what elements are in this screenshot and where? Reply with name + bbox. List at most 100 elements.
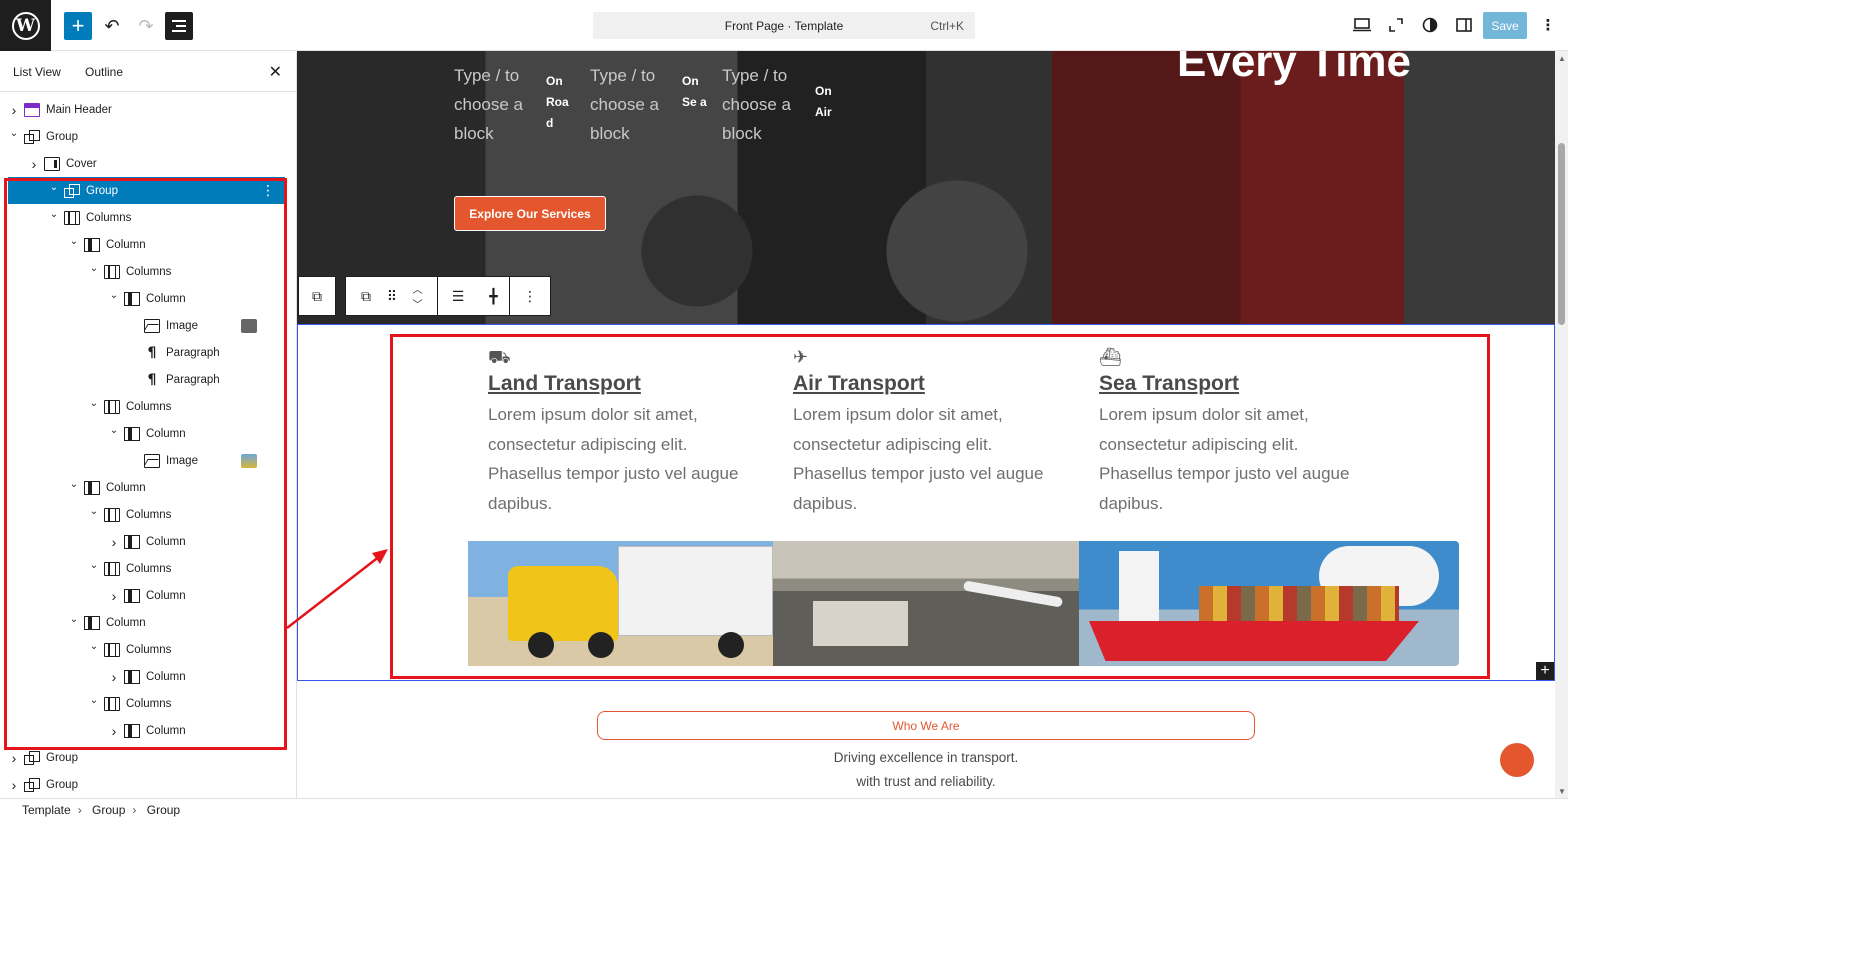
empty-block-placeholder[interactable]: Type / to choose a block <box>454 61 534 148</box>
breadcrumb-item[interactable]: Template <box>22 803 71 817</box>
explore-services-button[interactable]: Explore Our Services <box>454 196 606 231</box>
move-buttons[interactable]: ︿ ﹀ <box>398 277 438 315</box>
redo-button[interactable]: ↷ <box>132 12 160 40</box>
chevron-down-icon[interactable]: ⌄ <box>8 128 20 139</box>
canvas-scrollbar[interactable]: ▲ ▼ <box>1555 51 1568 798</box>
list-view-item-label: Group <box>46 778 78 791</box>
editor-topbar: W + ↶ ↷ Front Page · Template Ctrl+K Sav… <box>0 0 1568 51</box>
parent-block-selector[interactable]: ⧉ <box>298 276 336 316</box>
service-sea: ⛴ Sea Transport Lorem ipsum dolor sit am… <box>1099 347 1359 518</box>
list-view-item[interactable]: › Group <box>0 771 297 798</box>
hero-label-air: On Air <box>815 84 832 119</box>
service-air: ✈ Air Transport Lorem ipsum dolor sit am… <box>793 347 1053 518</box>
breadcrumb-item[interactable]: Group <box>147 803 180 817</box>
group-icon: ⧉ <box>312 287 322 304</box>
hero-heading: Every Time <box>1177 51 1412 86</box>
cover-icon <box>44 156 60 171</box>
wordpress-logo-button[interactable]: W <box>0 0 51 51</box>
chevron-right-icon: › <box>132 803 137 817</box>
block-appender-plus-icon[interactable]: + <box>1536 662 1554 680</box>
chevron-down-icon[interactable]: ﹀ <box>413 296 423 311</box>
hero-label-sea: On Se a <box>682 74 707 109</box>
tagline-line-2[interactable]: with trust and reliability. <box>597 774 1255 789</box>
command-center[interactable]: Front Page · Template Ctrl+K <box>593 12 975 39</box>
service-text[interactable]: Lorem ipsum dolor sit amet, consectetur … <box>793 400 1053 518</box>
block-toolbar: ⧉ ⠿ ︿ ﹀ ☰ ╋ ⋮ <box>345 276 551 316</box>
scrollbar-thumb[interactable] <box>1558 143 1565 325</box>
list-view-item-label: Group <box>46 130 78 143</box>
service-land: ⛟ Land Transport Lorem ipsum dolor sit a… <box>488 347 748 518</box>
options-menu-button[interactable]: ⋮ <box>1536 13 1560 37</box>
close-icon[interactable]: ✕ <box>269 62 282 82</box>
list-view-item[interactable]: › Cover <box>0 150 297 177</box>
list-view-item-label: Group <box>46 751 78 764</box>
document-overview-button[interactable] <box>165 12 193 40</box>
chevron-right-icon[interactable]: › <box>8 750 20 766</box>
service-text[interactable]: Lorem ipsum dolor sit amet, consectetur … <box>1099 400 1359 518</box>
block-type-button[interactable]: ⧉ <box>346 277 386 315</box>
group-icon <box>24 750 40 765</box>
align-button[interactable]: ☰ <box>438 277 478 315</box>
service-images <box>468 541 1459 666</box>
sidebar-icon <box>1456 18 1472 32</box>
truck-icon: ⛟ <box>488 347 511 367</box>
list-view-item[interactable]: ⌄ Group <box>0 123 297 150</box>
half-circle-styles-icon <box>1422 17 1438 33</box>
list-view-item[interactable]: › Main Header <box>0 96 297 123</box>
service-title[interactable]: Sea Transport <box>1099 372 1359 396</box>
editor-canvas: Every Time Type / to choose a block On R… <box>297 51 1555 798</box>
tab-outline[interactable]: Outline <box>85 65 123 79</box>
preview-device-button[interactable] <box>1350 13 1374 37</box>
chevron-right-icon[interactable]: › <box>8 102 20 118</box>
empty-block-placeholder[interactable]: Type / to choose a block <box>590 61 670 148</box>
list-view-item-label: Cover <box>66 157 97 170</box>
truck-photo[interactable] <box>468 541 773 666</box>
redo-icon: ↷ <box>138 15 154 36</box>
tagline-line-1[interactable]: Driving excellence in transport. <box>597 750 1255 765</box>
group-icon <box>24 129 40 144</box>
airport-photo[interactable] <box>773 541 1079 666</box>
chevron-right-icon[interactable]: › <box>28 156 40 172</box>
command-shortcut: Ctrl+K <box>930 19 964 33</box>
vertical-ellipsis-icon: ⋮ <box>1540 17 1556 34</box>
who-we-are-badge[interactable]: Who We Are <box>597 711 1255 740</box>
align-full-icon: ☰ <box>451 287 465 304</box>
settings-sidebar-button[interactable] <box>1452 13 1476 37</box>
scroll-up-arrow-icon[interactable]: ▲ <box>1558 54 1566 63</box>
scroll-down-arrow-icon[interactable]: ▼ <box>1558 787 1566 796</box>
undo-button[interactable]: ↶ <box>98 12 126 40</box>
save-button[interactable]: Save <box>1483 12 1527 39</box>
breadcrumb-item[interactable]: Group <box>92 803 125 817</box>
block-breadcrumb: Template › Group › Group <box>0 798 1568 820</box>
floating-action-button[interactable] <box>1500 743 1534 777</box>
block-inserter-button[interactable]: + <box>64 12 92 40</box>
hero-label-road: On Roa d <box>546 74 569 130</box>
annotation-highlight-list <box>4 178 287 750</box>
styles-button[interactable] <box>1418 13 1442 37</box>
sidebar-tabs: List View Outline ✕ <box>0 52 296 92</box>
justify-center-icon: ╋ <box>489 287 498 304</box>
service-title[interactable]: Land Transport <box>488 372 748 396</box>
list-view-icon <box>172 17 186 35</box>
chevron-right-icon: › <box>77 803 82 817</box>
cargo-ship-photo[interactable] <box>1079 541 1459 666</box>
external-expand-icon <box>1389 18 1403 32</box>
open-site-button[interactable] <box>1384 13 1408 37</box>
empty-block-placeholder[interactable]: Type / to choose a block <box>722 61 802 148</box>
template-part-header-icon <box>24 102 40 117</box>
document-title: Front Page · Template <box>724 19 844 33</box>
list-view-item-label: Main Header <box>46 103 112 116</box>
wordpress-icon: W <box>11 11 40 40</box>
desktop-icon <box>1353 18 1371 32</box>
service-text[interactable]: Lorem ipsum dolor sit amet, consectetur … <box>488 400 748 518</box>
block-options-button[interactable]: ⋮ <box>510 277 550 315</box>
group-icon: ⧉ <box>361 287 371 304</box>
plane-icon: ✈ <box>793 347 809 367</box>
chevron-up-icon[interactable]: ︿ <box>413 281 423 296</box>
chevron-right-icon[interactable]: › <box>8 777 20 793</box>
tab-list-view[interactable]: List View <box>13 65 61 79</box>
justify-button[interactable]: ╋ <box>478 277 510 315</box>
drag-handle-icon[interactable]: ⠿ <box>386 277 398 315</box>
plus-icon: + <box>71 13 85 38</box>
service-title[interactable]: Air Transport <box>793 372 1053 396</box>
